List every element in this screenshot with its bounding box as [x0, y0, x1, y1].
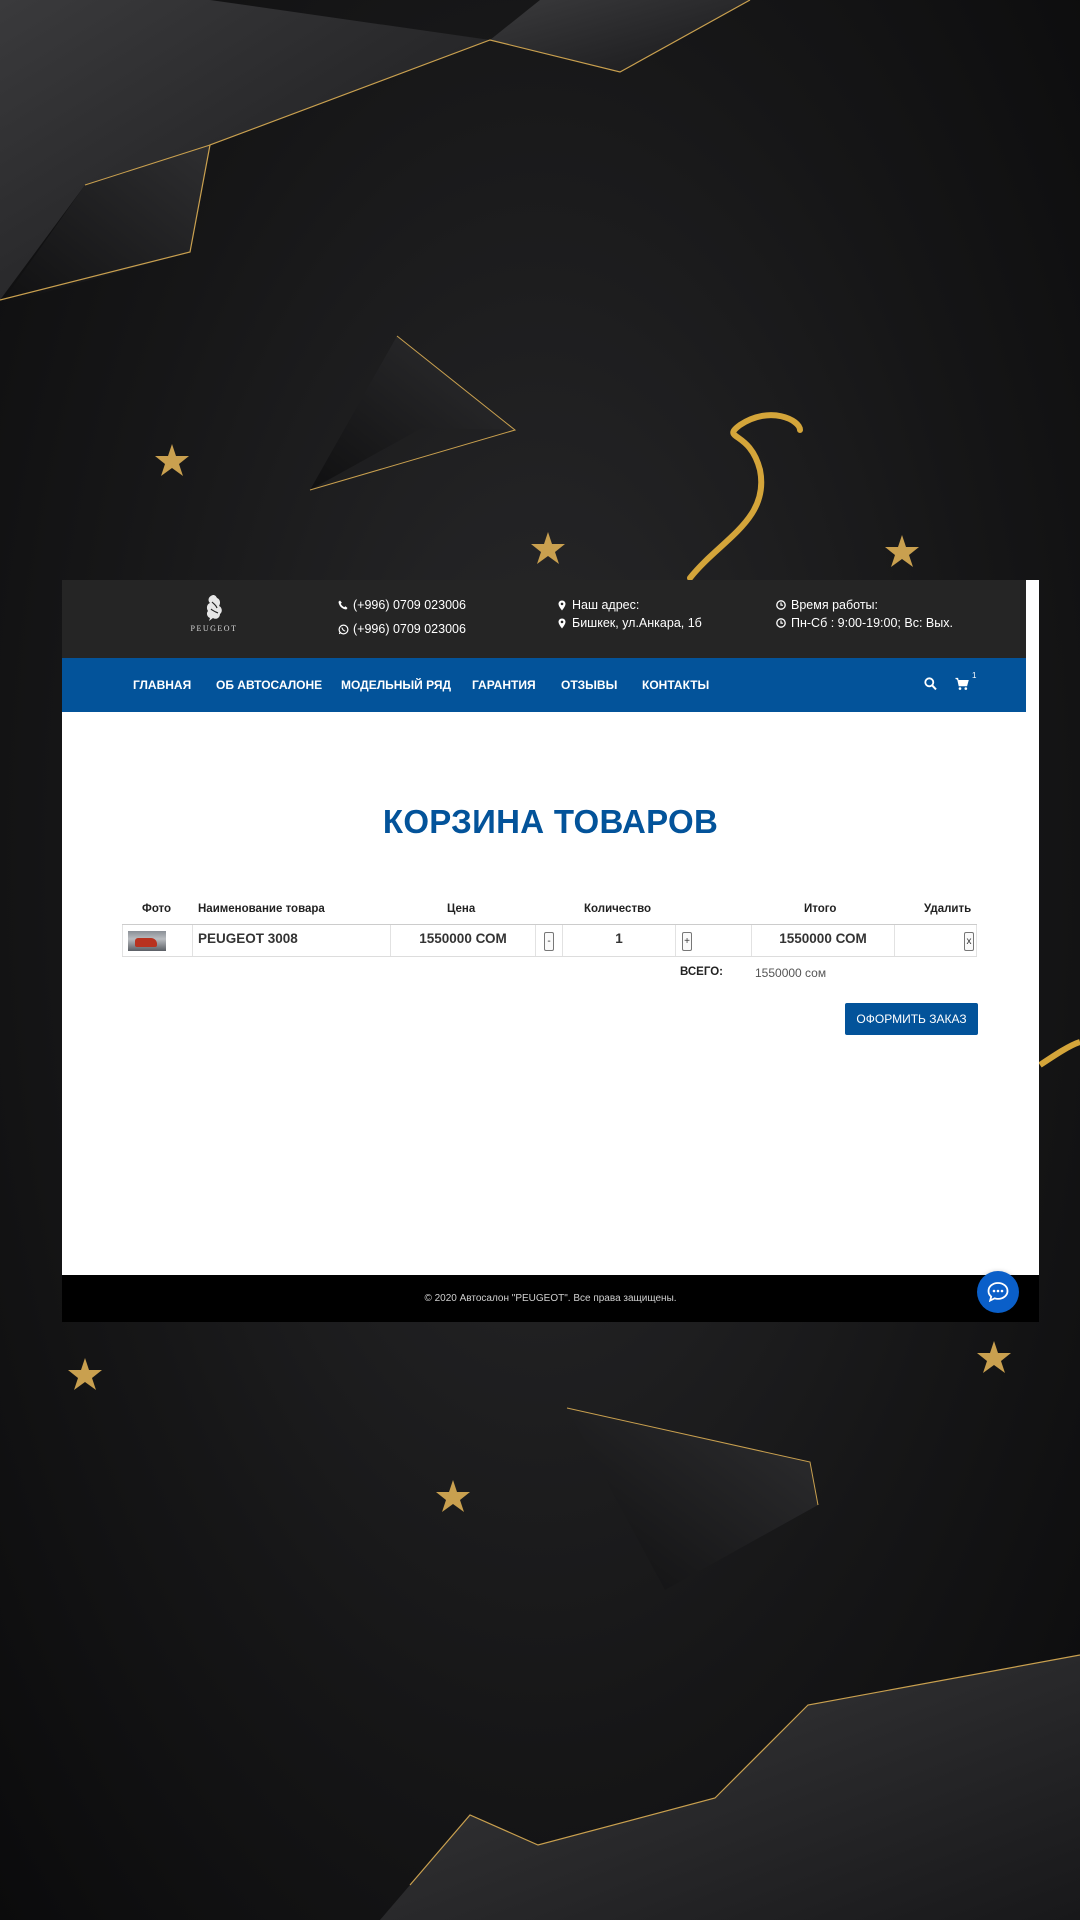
- map-marker-icon: [554, 618, 570, 629]
- nav-item-contacts[interactable]: КОНТАКТЫ: [642, 658, 709, 712]
- gold-ribbon: [687, 412, 803, 581]
- cart-icon[interactable]: [955, 677, 969, 696]
- address-text: Бишкек, ул.Анкара, 1б: [572, 616, 702, 630]
- grand-total-label: ВСЕГО:: [680, 966, 723, 978]
- clock-icon: [773, 600, 789, 610]
- cell-name: PEUGEOT 3008: [193, 925, 391, 956]
- product-name[interactable]: PEUGEOT 3008: [198, 931, 298, 946]
- clock-icon: [773, 618, 789, 628]
- cell-minus: -: [536, 925, 563, 956]
- cart-count-badge: 1: [972, 671, 977, 680]
- whatsapp-icon: [335, 623, 351, 635]
- poly-shape: [310, 336, 515, 490]
- copyright-text: © 2020 Автосалон "PEUGEOT". Все права за…: [424, 1293, 677, 1304]
- hours-info: Время работы: Пн-Сб : 9:00-19:00; Вс: Вы…: [773, 596, 953, 632]
- nav-item-about[interactable]: ОБ АВТОСАЛОНЕ: [216, 658, 322, 712]
- hours-label: Время работы:: [791, 598, 878, 612]
- table-row: PEUGEOT 3008 1550000 СОМ - 1 + 1550000 С…: [122, 925, 977, 957]
- place-order-button[interactable]: ОФОРМИТЬ ЗАКАЗ: [845, 1003, 978, 1035]
- footer: © 2020 Автосалон "PEUGEOT". Все права за…: [62, 1275, 1039, 1322]
- quantity-increase-button[interactable]: +: [682, 932, 692, 951]
- star-icon: [885, 535, 919, 567]
- cell-photo: [122, 925, 193, 956]
- whatsapp-number[interactable]: (+996) 0709 023006: [353, 620, 466, 638]
- address-info: Наш адрес: Бишкек, ул.Анкара, 1б: [554, 596, 702, 632]
- chat-bubble-icon: [987, 1282, 1009, 1302]
- nav-item-home[interactable]: ГЛАВНАЯ: [133, 658, 191, 712]
- cell-price: 1550000 СОМ: [391, 925, 536, 956]
- star-icon: [531, 532, 565, 564]
- header-remove: Удалить: [924, 903, 972, 915]
- quantity-value: 1: [615, 931, 623, 946]
- cell-quantity: 1: [563, 925, 676, 956]
- address-label: Наш адрес:: [572, 598, 640, 612]
- poly-shape: [567, 1408, 818, 1590]
- map-marker-icon: [554, 600, 570, 611]
- hours-text: Пн-Сб : 9:00-19:00; Вс: Вых.: [791, 616, 953, 630]
- nav-item-warranty[interactable]: ГАРАНТИЯ: [472, 658, 536, 712]
- search-icon[interactable]: [924, 677, 937, 696]
- header-name: Наименование товара: [198, 903, 325, 915]
- poly-shape: [380, 1655, 1080, 1920]
- poly-shape: [490, 0, 750, 72]
- star-icon: [436, 1480, 470, 1512]
- header-topbar: PEUGEOT (+996) 0709 023006 (+996) 0709 0…: [62, 580, 1026, 658]
- page-title: КОРЗИНА ТОВАРОВ: [382, 803, 719, 840]
- site-container: PEUGEOT (+996) 0709 023006 (+996) 0709 0…: [62, 580, 1039, 1322]
- main-navigation: ГЛАВНАЯ ОБ АВТОСАЛОНЕ МОДЕЛЬНЫЙ РЯД ГАРА…: [62, 658, 1026, 712]
- phone-contacts: (+996) 0709 023006 (+996) 0709 023006: [335, 596, 466, 638]
- phone-icon: [335, 600, 351, 610]
- product-price: 1550000 СОМ: [419, 931, 507, 946]
- product-thumbnail[interactable]: [128, 931, 166, 951]
- star-icon: [68, 1358, 102, 1390]
- cell-plus: +: [676, 925, 752, 956]
- chat-widget-button[interactable]: [977, 1271, 1019, 1313]
- star-icon: [155, 444, 189, 476]
- logo-text: PEUGEOT: [190, 624, 238, 633]
- phone-number[interactable]: (+996) 0709 023006: [353, 596, 466, 614]
- star-icon: [977, 1341, 1011, 1373]
- remove-item-button[interactable]: x: [964, 932, 974, 951]
- item-total: 1550000 СОМ: [779, 931, 867, 946]
- quantity-decrease-button[interactable]: -: [544, 932, 554, 951]
- cell-total: 1550000 СОМ: [752, 925, 895, 956]
- brand-logo[interactable]: PEUGEOT: [186, 594, 242, 636]
- grand-total-value: 1550000 сом: [755, 966, 827, 980]
- header-total: Итого: [804, 903, 837, 915]
- header-price: Цена: [447, 903, 476, 915]
- cell-remove: x: [895, 925, 977, 956]
- header-quantity: Количество: [584, 903, 652, 915]
- lion-logo-icon: [206, 595, 222, 621]
- header-photo: Фото: [142, 903, 172, 915]
- nav-item-reviews[interactable]: ОТЗЫВЫ: [561, 658, 617, 712]
- nav-item-models[interactable]: МОДЕЛЬНЫЙ РЯД: [341, 658, 451, 712]
- gold-ribbon: [1038, 1039, 1080, 1068]
